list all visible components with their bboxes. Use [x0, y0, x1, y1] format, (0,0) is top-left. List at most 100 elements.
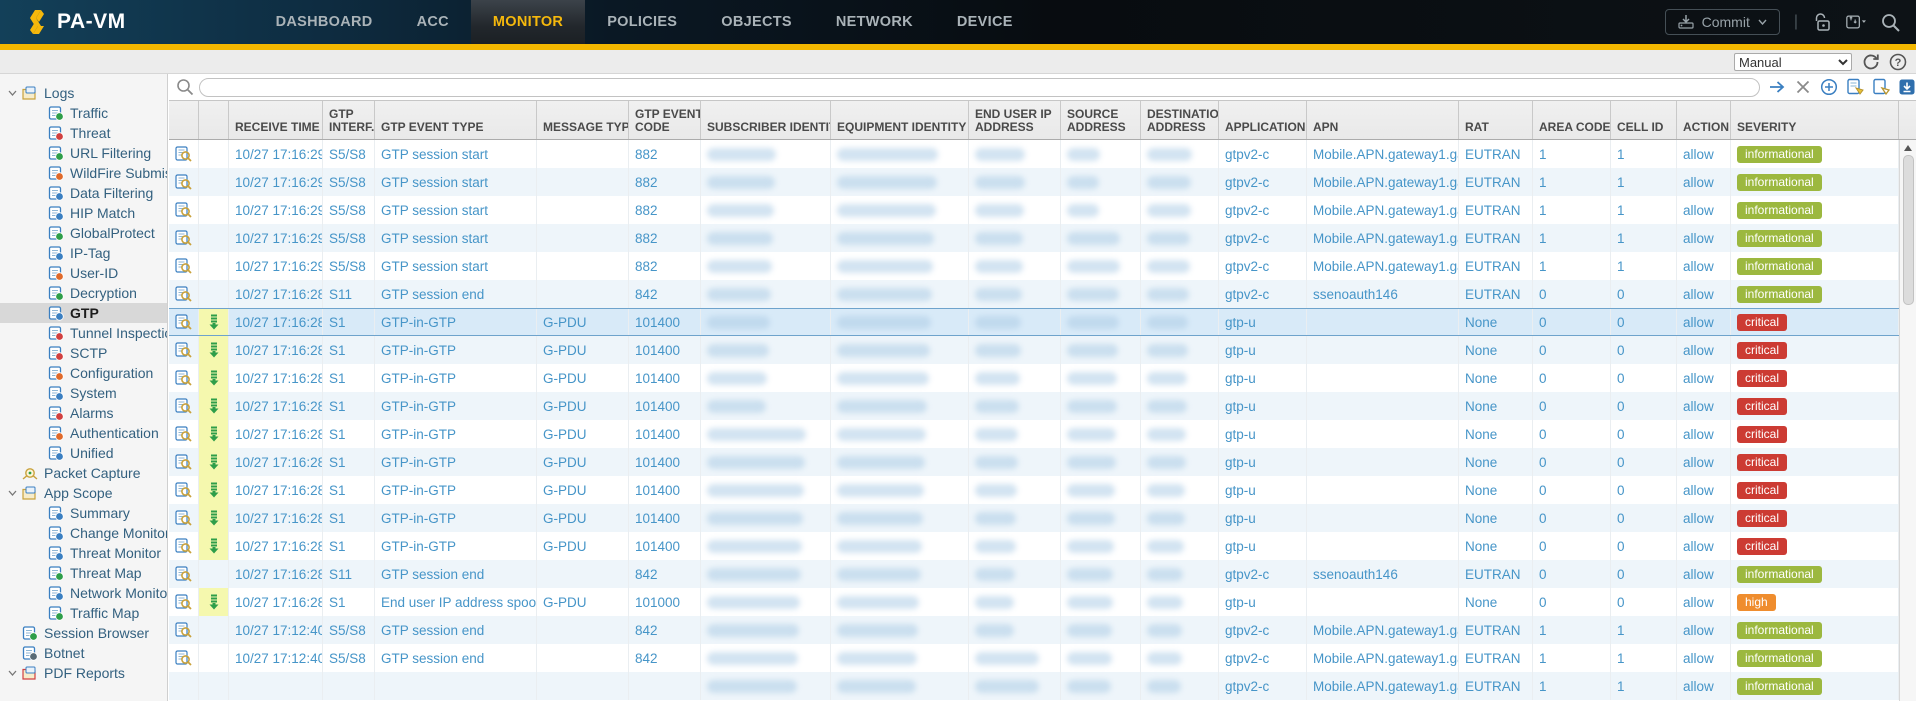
cell-action[interactable]: allow: [1677, 476, 1731, 504]
log-row[interactable]: 10/27 17:16:28S1GTP-in-GTPG-PDU101400gtp…: [169, 308, 1916, 336]
tab-device[interactable]: DEVICE: [935, 0, 1035, 44]
apply-filter-icon[interactable]: [1768, 78, 1786, 96]
log-row[interactable]: 10/27 17:16:28S1GTP-in-GTPG-PDU101400gtp…: [169, 420, 1916, 448]
log-row[interactable]: 10/27 17:16:29S5/S8GTP session start882g…: [169, 140, 1916, 168]
cell-action[interactable]: allow: [1677, 672, 1731, 700]
cell-gtp_event_type[interactable]: GTP-in-GTP: [375, 476, 537, 504]
cell-gtp_event_type[interactable]: GTP-in-GTP: [375, 420, 537, 448]
sidebar-item-pdf-reports[interactable]: PDF Reports: [0, 663, 167, 683]
download-pcap-icon[interactable]: [208, 314, 220, 330]
column-header-gtp_interface[interactable]: GTPINTERF...: [323, 101, 375, 139]
column-header-severity[interactable]: SEVERITY: [1731, 101, 1899, 139]
log-row[interactable]: gtpv2-cMobile.APN.gateway1.gate...EUTRAN…: [169, 672, 1916, 700]
cell-action[interactable]: allow: [1677, 532, 1731, 560]
log-row[interactable]: 10/27 17:16:28S11GTP session end842gtpv2…: [169, 560, 1916, 588]
cell-gtp_event_type[interactable]: GTP-in-GTP: [375, 309, 537, 335]
log-detail-icon[interactable]: [175, 482, 192, 498]
help-icon[interactable]: ?: [1889, 53, 1907, 71]
tree-expand-icon[interactable]: [8, 670, 22, 676]
tab-dashboard[interactable]: DASHBOARD: [254, 0, 395, 44]
cell-gtp_event_type[interactable]: End user IP address spoofing: [375, 588, 537, 616]
log-row[interactable]: 10/27 17:16:28S1GTP-in-GTPG-PDU101400gtp…: [169, 448, 1916, 476]
sidebar-item-summary[interactable]: Summary: [0, 503, 167, 523]
save-filter-icon[interactable]: [1846, 78, 1864, 96]
cell-action[interactable]: allow: [1677, 392, 1731, 420]
log-detail-icon[interactable]: [175, 174, 192, 190]
export-csv-icon[interactable]: [1898, 78, 1916, 96]
log-row[interactable]: 10/27 17:16:29S5/S8GTP session start882g…: [169, 168, 1916, 196]
vertical-scrollbar[interactable]: [1899, 140, 1916, 701]
download-pcap-icon[interactable]: [208, 370, 220, 386]
sidebar-item-url-filtering[interactable]: URL Filtering: [0, 143, 167, 163]
cell-action[interactable]: allow: [1677, 336, 1731, 364]
sidebar-item-configuration[interactable]: Configuration: [0, 363, 167, 383]
log-row[interactable]: 10/27 17:16:28S1GTP-in-GTPG-PDU101400gtp…: [169, 392, 1916, 420]
log-detail-icon[interactable]: [175, 202, 192, 218]
load-filter-icon[interactable]: [1872, 78, 1890, 96]
log-row[interactable]: 10/27 17:16:28S1GTP-in-GTPG-PDU101400gtp…: [169, 532, 1916, 560]
sidebar-item-network-monitor[interactable]: Network Monitor: [0, 583, 167, 603]
column-header-subscriber_identity[interactable]: SUBSCRIBER IDENTITY: [701, 101, 831, 139]
sidebar-item-gtp[interactable]: GTP: [0, 303, 167, 323]
tab-monitor[interactable]: MONITOR: [471, 0, 585, 44]
sidebar-item-authentication[interactable]: Authentication: [0, 423, 167, 443]
add-filter-icon[interactable]: [1820, 78, 1838, 96]
log-row[interactable]: 10/27 17:16:28S1GTP-in-GTPG-PDU101400gtp…: [169, 504, 1916, 532]
log-row[interactable]: 10/27 17:12:40S5/S8GTP session end842gtp…: [169, 616, 1916, 644]
sidebar-item-threat-monitor[interactable]: Threat Monitor: [0, 543, 167, 563]
cell-action[interactable]: allow: [1677, 588, 1731, 616]
sidebar-item-traffic-map[interactable]: Traffic Map: [0, 603, 167, 623]
cell-action[interactable]: allow: [1677, 252, 1731, 280]
column-header-equipment_identity[interactable]: EQUIPMENT IDENTITY: [831, 101, 969, 139]
cell-action[interactable]: allow: [1677, 140, 1731, 168]
cell-gtp_event_type[interactable]: GTP-in-GTP: [375, 504, 537, 532]
log-row[interactable]: 10/27 17:16:29S5/S8GTP session start882g…: [169, 196, 1916, 224]
download-pcap-icon[interactable]: [208, 482, 220, 498]
cell-gtp_event_type[interactable]: GTP session start: [375, 140, 537, 168]
cell-gtp_event_type[interactable]: GTP-in-GTP: [375, 532, 537, 560]
log-detail-icon[interactable]: [175, 230, 192, 246]
log-detail-icon[interactable]: [175, 594, 192, 610]
cell-action[interactable]: allow: [1677, 504, 1731, 532]
sidebar-item-globalprotect[interactable]: GlobalProtect: [0, 223, 167, 243]
sidebar-item-app-scope[interactable]: App Scope: [0, 483, 167, 503]
sidebar-item-packet-capture[interactable]: Packet Capture: [0, 463, 167, 483]
save-load-config-icon[interactable]: [1846, 12, 1866, 32]
column-header-receive_time[interactable]: RECEIVE TIME: [229, 101, 323, 139]
cell-action[interactable]: allow: [1677, 280, 1731, 308]
log-detail-icon[interactable]: [175, 426, 192, 442]
cell-action[interactable]: allow: [1677, 364, 1731, 392]
log-filter-input[interactable]: [199, 78, 1760, 97]
cell-gtp_event_type[interactable]: GTP-in-GTP: [375, 336, 537, 364]
column-header-destination_address[interactable]: DESTINATIONADDRESS: [1141, 101, 1219, 139]
log-detail-icon[interactable]: [175, 622, 192, 638]
log-row[interactable]: 10/27 17:16:28S1GTP-in-GTPG-PDU101400gtp…: [169, 336, 1916, 364]
cell-action[interactable]: allow: [1677, 224, 1731, 252]
download-pcap-icon[interactable]: [208, 342, 220, 358]
cell-gtp_event_type[interactable]: GTP session end: [375, 644, 537, 672]
cell-gtp_event_type[interactable]: GTP session end: [375, 616, 537, 644]
log-detail-icon[interactable]: [175, 510, 192, 526]
log-row[interactable]: 10/27 17:16:29S5/S8GTP session start882g…: [169, 252, 1916, 280]
cell-gtp_event_type[interactable]: GTP session end: [375, 280, 537, 308]
scrollbar-thumb[interactable]: [1903, 155, 1914, 305]
log-detail-icon[interactable]: [175, 286, 192, 302]
sidebar-item-change-monitor[interactable]: Change Monitor: [0, 523, 167, 543]
column-header-action[interactable]: ACTION: [1677, 101, 1731, 139]
log-detail-icon[interactable]: [175, 258, 192, 274]
sidebar-item-sctp[interactable]: SCTP: [0, 343, 167, 363]
log-detail-icon[interactable]: [175, 370, 192, 386]
column-header-application[interactable]: APPLICATION: [1219, 101, 1307, 139]
cell-action[interactable]: allow: [1677, 448, 1731, 476]
cell-gtp_event_type[interactable]: GTP session start: [375, 168, 537, 196]
sidebar-item-hip-match[interactable]: HIP Match: [0, 203, 167, 223]
log-detail-icon[interactable]: [175, 566, 192, 582]
log-detail-icon[interactable]: [175, 398, 192, 414]
tree-expand-icon[interactable]: [8, 90, 22, 96]
log-detail-icon[interactable]: [175, 342, 192, 358]
refresh-icon[interactable]: [1862, 53, 1880, 71]
cell-gtp_event_type[interactable]: [375, 672, 537, 700]
log-row[interactable]: 10/27 17:16:29S5/S8GTP session start882g…: [169, 224, 1916, 252]
download-pcap-icon[interactable]: [208, 594, 220, 610]
cell-gtp_event_type[interactable]: GTP-in-GTP: [375, 448, 537, 476]
